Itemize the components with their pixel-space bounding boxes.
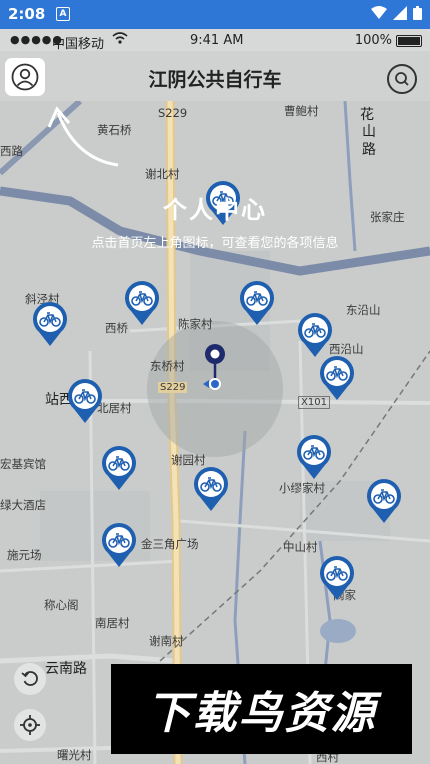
map-label: 绿大酒店: [0, 498, 46, 512]
ios-status-bar: ●●●●● 中国移动 9:41 AM 100%: [0, 29, 430, 52]
ios-clock: 9:41 AM: [190, 33, 244, 48]
map-label: 曹鲍村: [284, 104, 319, 118]
map-label: 陈家村: [178, 317, 213, 331]
map-label: 谢北村: [145, 167, 180, 181]
map-label: 宏基宾馆: [0, 457, 46, 471]
refresh-icon: [21, 671, 38, 686]
map-label: 南居村: [95, 616, 130, 630]
page-title: 江阴公共自行车: [148, 69, 282, 91]
android-status-icons: [371, 6, 422, 20]
map-label: 称心阁: [44, 598, 79, 612]
bike-station-icon[interactable]: [66, 378, 104, 424]
bike-station-icon[interactable]: [31, 301, 69, 347]
search-button[interactable]: [387, 64, 417, 94]
bike-station-icon[interactable]: [295, 434, 333, 480]
map-label: 东沿山: [346, 303, 381, 317]
bike-station-icon[interactable]: [365, 478, 403, 524]
map-label: 山: [362, 124, 376, 140]
bike-station-icon[interactable]: [318, 355, 356, 401]
battery-icon: [413, 6, 422, 20]
ios-wifi-icon: [112, 32, 128, 44]
map-label: 施元场: [7, 548, 42, 562]
bike-station-icon[interactable]: [100, 445, 138, 491]
bike-station-icon[interactable]: [296, 312, 334, 358]
map-label: 云南路: [45, 661, 87, 677]
bike-station-icon[interactable]: [192, 466, 230, 512]
map-label: 谢南村: [149, 634, 184, 648]
map-label: S229: [158, 106, 188, 120]
wifi-icon: [371, 6, 387, 19]
map-label: 金三角广场: [141, 537, 199, 551]
bike-station-icon[interactable]: [100, 522, 138, 568]
android-time: 2:08: [8, 5, 46, 23]
map-label: 曙光村: [57, 748, 92, 762]
signal-icon: [393, 6, 407, 20]
bike-station-icon[interactable]: [123, 280, 161, 326]
hint-arrow-icon: [47, 106, 119, 167]
battery-percent: 100%: [354, 33, 392, 48]
bike-station-icon[interactable]: [318, 555, 356, 601]
map-label: 小缪家村: [279, 481, 325, 495]
map-label: 中山村: [283, 540, 318, 554]
locate-button[interactable]: [14, 709, 46, 741]
notification-icon: A: [56, 7, 70, 21]
search-icon: [395, 72, 409, 86]
bike-station-icon[interactable]: [238, 280, 276, 326]
hint-description: 点击首页左上角图标，可查看您的各项信息: [91, 236, 339, 251]
refresh-button[interactable]: [14, 663, 46, 695]
watermark-logo: 下载鸟资源: [111, 664, 412, 754]
crosshair-icon: [20, 715, 40, 735]
watermark-text: 下载鸟资源: [146, 688, 377, 739]
map-label: 东桥村: [150, 359, 185, 373]
app-header: 江阴公共自行车: [0, 51, 430, 101]
map-label: 西路: [0, 144, 23, 158]
carrier-name: 中国移动: [52, 37, 105, 52]
current-location-icon: [203, 344, 225, 390]
ios-battery-icon: [396, 35, 422, 47]
map-label: S229: [158, 382, 188, 393]
hint-title: 个人中心: [163, 196, 267, 224]
map-label: 路: [362, 142, 376, 158]
android-status-bar: 2:08 A: [0, 0, 430, 29]
